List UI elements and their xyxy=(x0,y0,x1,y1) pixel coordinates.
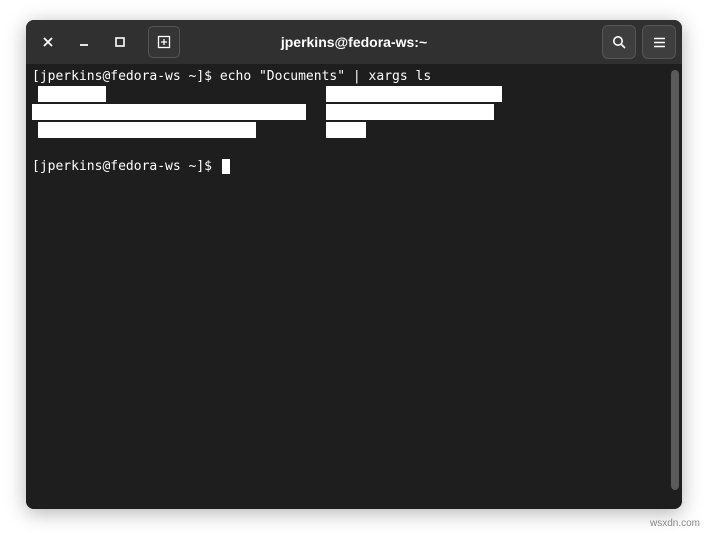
terminal-body[interactable]: [jperkins@fedora-ws ~]$ echo "Documents"… xyxy=(26,64,682,509)
redacted-output xyxy=(38,86,106,102)
prompt: [jperkins@fedora-ws ~]$ xyxy=(32,159,220,174)
titlebar-right-controls xyxy=(602,25,676,59)
search-button[interactable] xyxy=(602,25,636,59)
new-tab-button[interactable] xyxy=(148,26,180,58)
hamburger-icon xyxy=(652,35,667,50)
maximize-button[interactable] xyxy=(104,26,136,58)
command-text: echo "Documents" | xargs ls xyxy=(220,69,431,84)
redacted-output xyxy=(38,122,256,138)
watermark: wsxdn.com xyxy=(650,518,700,529)
prompt: [jperkins@fedora-ws ~]$ xyxy=(32,69,220,84)
minimize-button[interactable] xyxy=(68,26,100,58)
maximize-icon xyxy=(114,36,126,48)
terminal-line-1: [jperkins@fedora-ws ~]$ echo "Documents"… xyxy=(32,68,676,86)
redacted-output xyxy=(326,122,366,138)
new-tab-icon xyxy=(157,35,171,49)
redacted-output xyxy=(326,104,494,120)
menu-button[interactable] xyxy=(642,25,676,59)
titlebar: jperkins@fedora-ws:~ xyxy=(26,20,682,64)
terminal-output xyxy=(32,86,676,158)
scrollbar[interactable] xyxy=(671,70,679,490)
cursor xyxy=(222,159,230,174)
minimize-icon xyxy=(78,36,90,48)
redacted-output xyxy=(326,86,502,102)
close-icon xyxy=(42,36,54,48)
terminal-line-2: [jperkins@fedora-ws ~]$ xyxy=(32,158,676,176)
titlebar-left-controls xyxy=(32,26,180,58)
close-button[interactable] xyxy=(32,26,64,58)
search-icon xyxy=(612,35,627,50)
terminal-window: jperkins@fedora-ws:~ [jperkins@fedora-ws… xyxy=(26,20,682,509)
redacted-output xyxy=(32,104,306,120)
